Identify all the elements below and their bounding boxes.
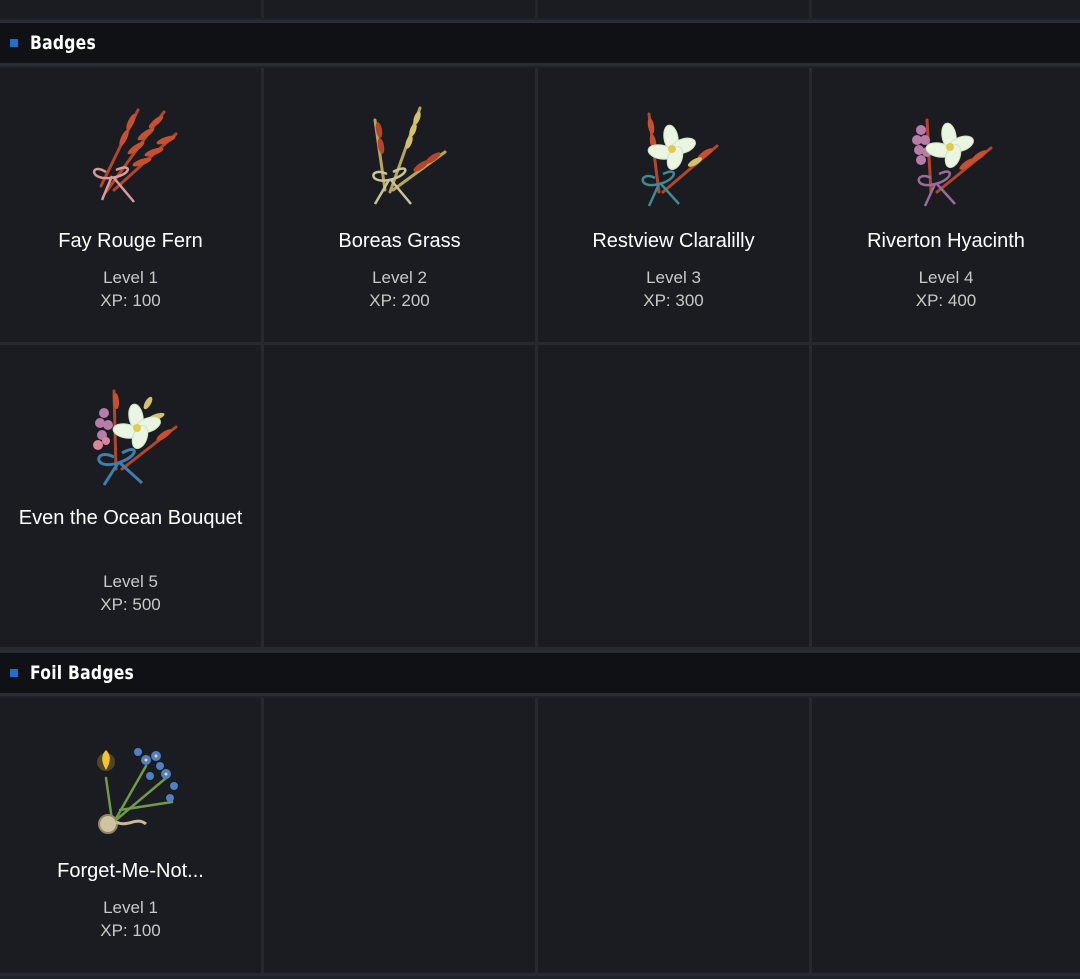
- section-marker-icon: [10, 39, 18, 47]
- badge-page: Badges Fay Rouge Fern Level 1 XP: 100 Bo…: [0, 0, 1080, 979]
- badge-level: Level 3: [646, 268, 701, 287]
- section-title: Badges: [30, 32, 97, 54]
- badge-card[interactable]: Fay Rouge Fern Level 1 XP: 100: [0, 68, 264, 345]
- badge-level: Level 5: [103, 572, 158, 591]
- badge-level: Level 1: [103, 268, 158, 287]
- empty-badge-slot: [812, 698, 1080, 976]
- badge-xp: XP: 300: [643, 291, 704, 310]
- section-title: Foil Badges: [30, 662, 135, 684]
- badge-name: Even the Ocean Bouquet: [18, 507, 243, 529]
- badge-name: Fay Rouge Fern: [58, 230, 203, 252]
- badge-level: Level 1: [103, 898, 158, 917]
- badge-card[interactable]: Boreas Grass Level 2 XP: 200: [264, 68, 538, 345]
- badge-card[interactable]: Riverton Hyacinth Level 4 XP: 400: [812, 68, 1080, 345]
- foil-badges-section-header: Foil Badges: [0, 650, 1080, 696]
- badge-card[interactable]: Forget-Me-Not... Level 1 XP: 100: [0, 698, 264, 976]
- previous-row-strip: [0, 0, 1080, 18]
- empty-badge-slot: [538, 345, 812, 650]
- ocean-bouquet-icon: [92, 389, 177, 486]
- empty-badge-slot: [264, 345, 538, 650]
- foil-badges-grid: Forget-Me-Not... Level 1 XP: 100: [0, 698, 1080, 976]
- badge-xp: XP: 400: [915, 291, 977, 310]
- fern-bouquet-icon: [92, 108, 177, 203]
- empty-badge-slot: [812, 345, 1080, 650]
- empty-badge-slot: [264, 698, 538, 976]
- grass-bouquet-icon: [371, 106, 446, 205]
- badges-section-header: Badges: [0, 20, 1080, 66]
- badge-card[interactable]: Restview Claralilly Level 3 XP: 300: [538, 68, 812, 345]
- badge-name: Riverton Hyacinth: [867, 230, 1025, 252]
- forget-me-not-icon: [96, 748, 178, 834]
- badges-grid: Fay Rouge Fern Level 1 XP: 100 Boreas Gr…: [0, 68, 1080, 650]
- badge-name: Forget-Me-Not...: [57, 860, 204, 882]
- badge-xp: XP: 100: [100, 291, 161, 310]
- badge-level: Level 4: [918, 268, 974, 287]
- badge-xp: XP: 500: [100, 595, 161, 614]
- badge-card[interactable]: Even the Ocean Bouquet Level 5 XP: 500: [0, 345, 264, 650]
- badge-name: Restview Claralilly: [592, 230, 755, 252]
- badge-xp: XP: 100: [100, 921, 161, 940]
- section-marker-icon: [10, 669, 18, 677]
- badge-name: Boreas Grass: [338, 230, 461, 252]
- badge-xp: XP: 200: [369, 291, 430, 310]
- hyacinth-bouquet-icon: [912, 118, 993, 207]
- lily-bouquet-icon: [641, 112, 718, 207]
- badge-level: Level 2: [372, 268, 427, 287]
- empty-badge-slot: [538, 698, 812, 976]
